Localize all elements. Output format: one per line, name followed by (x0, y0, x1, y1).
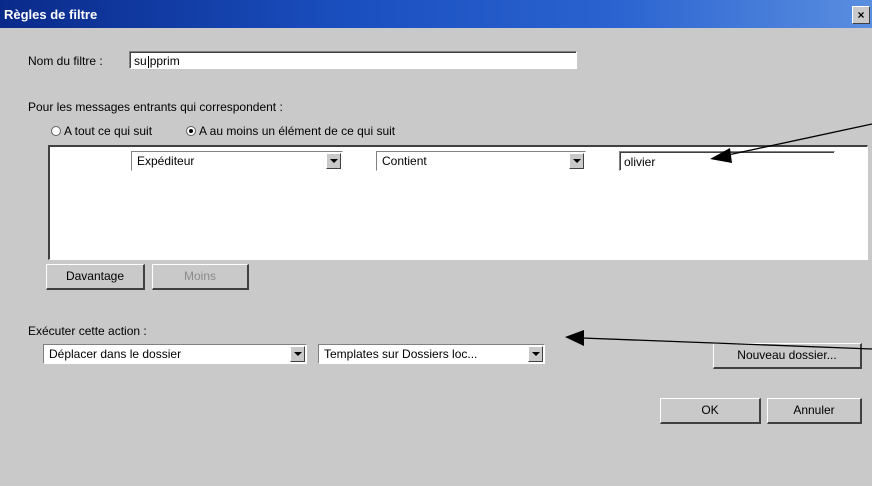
annotation-arrow-line (727, 123, 872, 156)
annotation-arrow-line (581, 337, 872, 350)
annotation-arrows (565, 123, 872, 350)
arrowhead-icon (710, 148, 732, 163)
arrowhead-icon (565, 330, 584, 346)
